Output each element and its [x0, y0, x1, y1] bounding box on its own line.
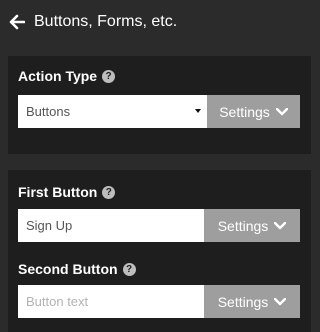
help-icon[interactable]: ?: [122, 262, 136, 276]
action-type-settings-button[interactable]: Settings: [207, 95, 300, 128]
second-button-placeholder: Button text: [26, 294, 89, 309]
page-title: Buttons, Forms, etc.: [34, 13, 178, 30]
help-icon[interactable]: ?: [102, 69, 116, 83]
second-button-text-input[interactable]: Button text: [18, 285, 204, 318]
second-button-settings-button[interactable]: Settings: [204, 285, 300, 318]
action-type-panel: Action Type ? Buttons Settings: [8, 56, 311, 154]
first-button-settings-button[interactable]: Settings: [204, 209, 300, 242]
header-bar: Buttons, Forms, etc.: [0, 0, 311, 44]
second-button-label-row: Second Button ?: [18, 261, 136, 277]
back-arrow-icon[interactable]: [9, 14, 25, 30]
chevron-down-icon: [274, 221, 287, 230]
settings-button-label: Settings: [217, 293, 269, 310]
chevron-down-icon: [275, 107, 288, 116]
action-type-selected-value: Buttons: [26, 104, 71, 119]
help-icon[interactable]: ?: [102, 185, 116, 199]
first-button-label-row: First Button ?: [18, 184, 116, 200]
second-button-label: Second Button: [18, 261, 118, 277]
first-button-value: Sign Up: [26, 218, 73, 233]
chevron-down-icon: [274, 297, 287, 306]
caret-down-icon: [195, 109, 201, 113]
action-type-select[interactable]: Buttons: [18, 95, 207, 128]
buttons-panel: First Button ? Sign Up Settings Second B…: [8, 170, 311, 332]
action-type-label: Action Type: [18, 68, 98, 84]
action-type-label-row: Action Type ?: [18, 68, 116, 84]
first-button-label: First Button: [18, 184, 98, 200]
settings-button-label: Settings: [219, 103, 270, 120]
settings-button-label: Settings: [217, 217, 269, 234]
first-button-text-input[interactable]: Sign Up: [18, 209, 204, 242]
